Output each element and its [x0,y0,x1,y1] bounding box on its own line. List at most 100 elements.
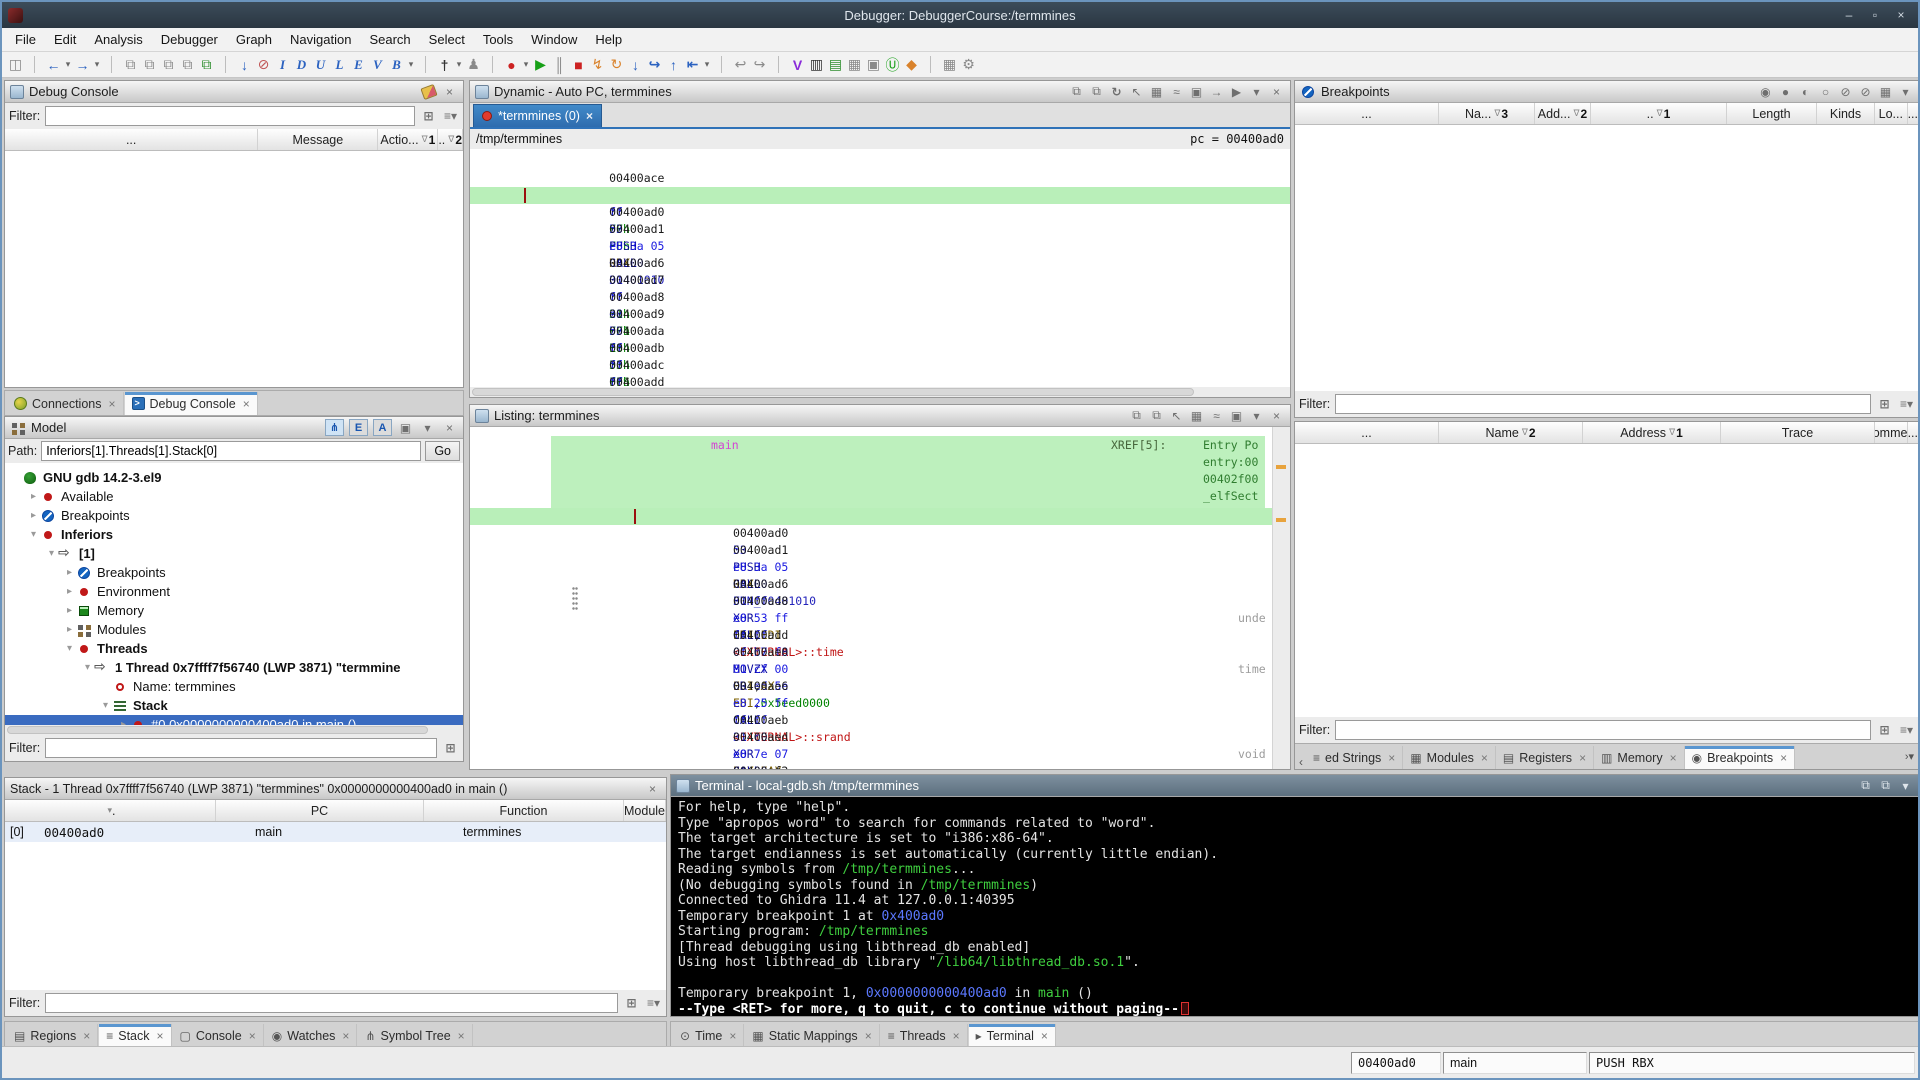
xref-entry[interactable]: _elfSect [1203,488,1258,505]
close-icon[interactable]: × [586,109,593,123]
table2-icon[interactable]: ▦ [940,55,959,75]
menu-item[interactable]: Select [420,30,474,49]
listing-row[interactable]: 00400ad0 53 PUSH RBX [470,508,1290,591]
column-header[interactable]: Comment [1875,422,1908,443]
attributes-toggle[interactable]: A [373,419,392,436]
column-header[interactable]: Add... ∇ 2 [1535,103,1591,124]
Breakpoints[interactable]: ◉ Breakpoints [1684,746,1796,769]
column-header[interactable]: Address ∇ 1 [1583,422,1721,443]
menu-item[interactable]: Tools [474,30,522,49]
disassembly-row[interactable]: 00400ade b7 ?? B7h [470,374,1290,387]
listing-row[interactable]: 00400aed e8 7e 07 CALL FUN_00401270 unde [470,712,1290,769]
disassembly-row[interactable]: 00400ad0 53 PUSH RBX [470,187,1290,270]
menu-item[interactable]: Graph [227,30,281,49]
paste-icon[interactable]: ⧉ [178,55,197,75]
listing-row[interactable]: 00400aeb 31 c0 XOR EAX,EAX [470,695,1290,769]
disconnect-icon[interactable]: ↯ [588,55,607,75]
copy-icon[interactable]: ⧉ [1068,83,1085,100]
ed Strings[interactable]: ≡ ed Strings [1306,746,1404,769]
disassembly-row[interactable]: 00400ad6 31 ?? 31h 1 [470,238,1290,338]
tree-item[interactable]: ▸ #0 0x0000000000400ad0 in main () [5,715,463,725]
tree-item[interactable]: ▸ Breakpoints [5,563,463,582]
listing-row[interactable]: 00 ed 5e [470,644,1290,693]
column-header[interactable]: .. ∇ 1 [1591,103,1727,124]
column-header[interactable]: PC [216,800,424,821]
regex-icon[interactable]: ⊞ [1876,396,1893,413]
column-header[interactable]: ... [1908,103,1918,124]
data-type-e-icon[interactable]: E [349,55,368,75]
menu-icon[interactable]: ▾ [1248,407,1265,424]
breakpoints-filter-input[interactable] [1335,394,1871,414]
tree-item[interactable]: ▸ Modules [5,620,463,639]
edit-table-icon[interactable]: ▦ [1148,83,1165,100]
listing-row[interactable]: 00400ad6 31 ff XOR EDI,EDI [470,559,1290,642]
function-header-block[interactable]: main XREF[5]: Entry Po entry:00 00402f00… [551,436,1265,508]
tree-item[interactable]: ▾ Inferiors [5,525,463,544]
xref-entry[interactable]: 00402f00 [1203,471,1258,488]
expander-icon[interactable]: ▾ [63,643,76,654]
listing-row[interactable]: ff ff [470,593,1290,642]
tables-icon[interactable]: ▤ [826,55,845,75]
close-icon[interactable]: × [1890,6,1912,24]
clear-all-icon[interactable]: ⊘ [1857,83,1874,100]
record-menu-icon[interactable]: ▾ [521,55,531,75]
save-icon[interactable]: ◫ [6,55,25,75]
snapshot-icon[interactable]: ▣ [1228,407,1245,424]
Terminal[interactable]: ▸ Terminal [968,1024,1056,1047]
regex-icon[interactable]: ⊞ [420,108,437,125]
paste-icon[interactable]: ⧉ [1148,407,1165,424]
expander-icon[interactable]: ▾ [81,662,94,673]
tree-item[interactable]: ▸ Available [5,487,463,506]
interrupt-icon[interactable]: ║ [550,55,569,75]
paste-special-icon[interactable]: ⧉ [197,55,216,75]
Static Mappings[interactable]: ▦ Static Mappings [745,1024,880,1047]
disassembly-row[interactable]: 00400acf ff ?? FFh [470,170,1290,253]
goto-icon[interactable]: → [1208,83,1225,100]
stack-filter-input[interactable] [45,993,618,1013]
toggle-breakpoint-icon[interactable]: ◐ [1797,83,1814,100]
column-header[interactable]: ▾. [5,800,216,821]
tree-item[interactable]: ▾ [1] [5,544,463,563]
expander-icon[interactable]: ▸ [27,510,40,521]
disassembly-row[interactable]: 00400ace ff ?? FFh [470,153,1290,236]
minimize-icon[interactable]: – [1838,6,1860,24]
nav-forward-icon[interactable]: → [73,55,92,75]
listing-row[interactable]: 00 00 [470,542,1290,591]
copy-icon[interactable]: ⧉ [121,55,140,75]
disassembly-row[interactable]: 00400adb ff ?? FFh [470,323,1290,387]
attach-icon[interactable]: ♟ [464,55,483,75]
Regions[interactable]: ▤ Regions [7,1024,99,1047]
chart-icon[interactable]: ≈ [1208,407,1225,424]
diamond-icon[interactable]: ◆ [902,55,921,75]
filter-options-icon[interactable]: ≡▾ [442,108,459,125]
expander-icon[interactable]: ▸ [63,586,76,597]
column-header[interactable]: Trace [1721,422,1875,443]
Console[interactable]: ▢ Console [172,1024,264,1047]
tree-item[interactable]: ▾ Threads [5,639,463,658]
trace-back-icon[interactable]: ↩ [731,55,750,75]
menu-icon[interactable]: ▾ [419,419,436,436]
trace-forward-icon[interactable]: ↪ [750,55,769,75]
close-icon[interactable]: × [441,419,458,436]
listing-row[interactable]: 00400add 0f b7 f8 MOVZX EDI,AX [470,610,1290,693]
data-type-v-icon[interactable]: V [368,55,387,75]
menu-item[interactable]: Analysis [85,30,151,49]
model-hscrollbar[interactable] [5,725,463,735]
Modules[interactable]: ▦ Modules [1403,746,1496,769]
column-header[interactable]: ... [1295,103,1439,124]
settings-icon[interactable]: ⚙ [959,55,978,75]
column-header[interactable]: ... [5,129,259,150]
step-menu-icon[interactable]: ▾ [702,55,712,75]
filter-options-icon[interactable]: ≡▾ [1898,396,1915,413]
xref-entry[interactable]: entry:00 [1203,454,1258,471]
step-into-icon[interactable]: ↓ [626,55,645,75]
dynamic-hscrollbar[interactable] [470,387,1290,397]
kill-icon[interactable]: ■ [569,55,588,75]
debug-launch-menu-icon[interactable]: ▾ [454,55,464,75]
tree-view-toggle[interactable]: ⋔ [325,419,344,436]
snapshot-icon[interactable]: ▣ [397,419,414,436]
dynamic-titlebar[interactable]: Dynamic - Auto PC, termmines ⧉ ⧉ ↻ ↖ ▦ ≈ ▣ → ▶ ▾ × [470,81,1290,103]
stack-titlebar[interactable]: Stack - 1 Thread 0x7ffff7f56740 (LWP 387… [5,778,666,800]
tree-item[interactable]: ▸ Memory [5,601,463,620]
Registers[interactable]: ▤ Registers [1495,746,1595,769]
